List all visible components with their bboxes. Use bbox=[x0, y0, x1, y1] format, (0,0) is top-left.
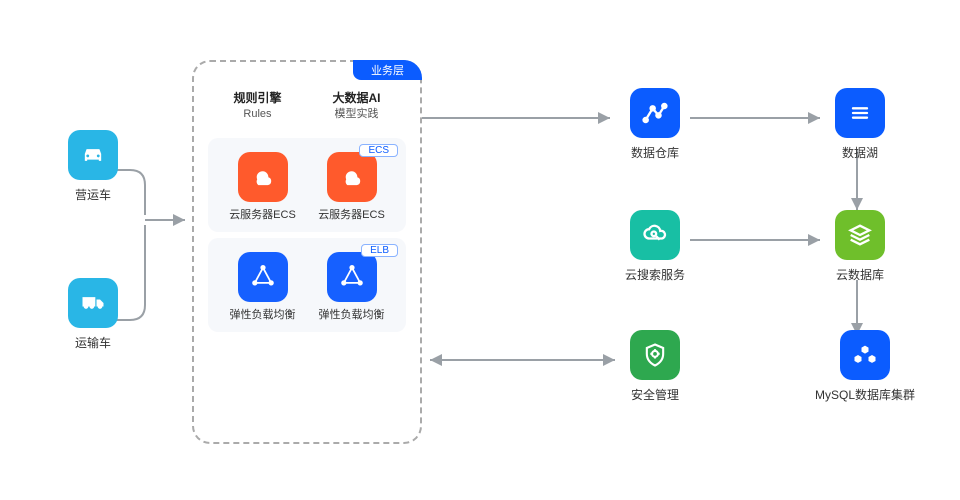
dws-label: 数据仓库 bbox=[610, 144, 700, 161]
cloud-search-icon bbox=[630, 210, 680, 260]
search-label: 云搜索服务 bbox=[610, 266, 700, 283]
ecs-badge: ECS bbox=[359, 144, 398, 157]
ecs-icon bbox=[327, 152, 377, 202]
elb-badge: ELB bbox=[361, 244, 398, 257]
node-car: 营运车 bbox=[48, 130, 138, 203]
elb-icon bbox=[327, 252, 377, 302]
ecs-node-1: 云服务器ECS bbox=[223, 152, 303, 222]
layers-icon bbox=[835, 210, 885, 260]
cluster-icon bbox=[840, 330, 890, 380]
elb-icon bbox=[238, 252, 288, 302]
mrs-label: 数据湖 bbox=[815, 144, 905, 161]
architecture-diagram: 营运车 运输车 业务层 规则引擎 Rules 大数据AI 模型实践 ECS bbox=[0, 0, 960, 500]
graph-icon bbox=[630, 88, 680, 138]
node-mrs: 数据湖 bbox=[815, 88, 905, 161]
cloudtb-label: 云数据库 bbox=[815, 266, 905, 283]
ecs-group: ECS 云服务器ECS 云服务器ECS bbox=[208, 138, 406, 232]
node-truck: 运输车 bbox=[48, 278, 138, 351]
center-tab: 业务层 bbox=[353, 60, 422, 80]
header-ai: 大数据AI 模型实践 bbox=[332, 90, 380, 122]
car-icon bbox=[68, 130, 118, 180]
mysql-label: MySQL数据库集群 bbox=[815, 386, 915, 403]
header-rules: 规则引擎 Rules bbox=[233, 90, 281, 122]
elb-group: ELB 弹性负载均衡 弹性负载均衡 bbox=[208, 238, 406, 332]
ecs-icon bbox=[238, 152, 288, 202]
ecs-node-2: 云服务器ECS bbox=[312, 152, 392, 222]
node-mysql: MySQL数据库集群 bbox=[815, 330, 915, 403]
stack-lines-icon bbox=[835, 88, 885, 138]
node-search: 云搜索服务 bbox=[610, 210, 700, 283]
car-label: 营运车 bbox=[48, 186, 138, 203]
safe-label: 安全管理 bbox=[610, 386, 700, 403]
node-safe: 安全管理 bbox=[610, 330, 700, 403]
node-dws: 数据仓库 bbox=[610, 88, 700, 161]
elb-node-2: 弹性负载均衡 bbox=[312, 252, 392, 322]
elb-node-1: 弹性负载均衡 bbox=[223, 252, 303, 322]
truck-label: 运输车 bbox=[48, 334, 138, 351]
shield-gear-icon bbox=[630, 330, 680, 380]
node-cloudtb: 云数据库 bbox=[815, 210, 905, 283]
center-container: 业务层 规则引擎 Rules 大数据AI 模型实践 ECS 云服务器ECS bbox=[192, 60, 422, 444]
truck-icon bbox=[68, 278, 118, 328]
